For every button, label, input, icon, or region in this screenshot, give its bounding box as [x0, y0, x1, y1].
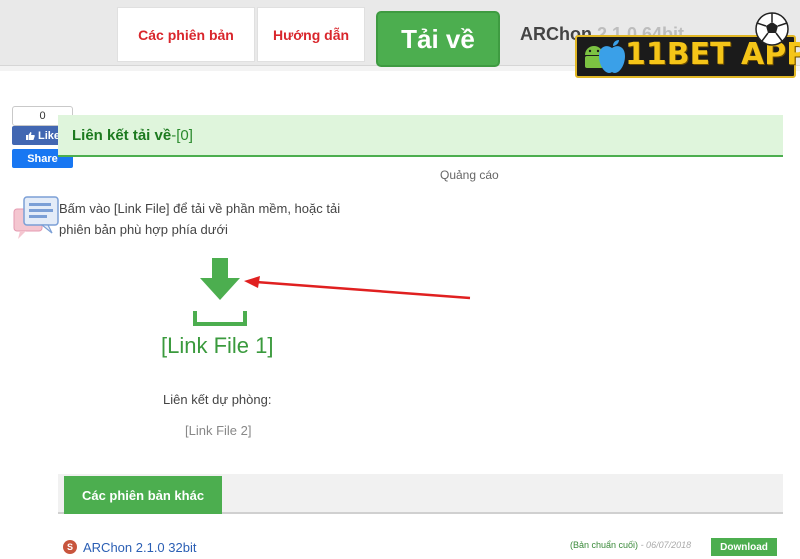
- tab-other-versions[interactable]: Các phiên bản khác: [64, 476, 222, 514]
- version-source-icon: S: [63, 540, 77, 554]
- soccer-ball-icon: [755, 12, 789, 46]
- download-links-count: [0]: [176, 126, 193, 144]
- download-instruction: Bấm vào [Link File] để tải về phần mềm, …: [59, 201, 341, 237]
- version-row: S ARChon 2.1.0 32bit (Bản chuẩn cuối) - …: [58, 532, 783, 559]
- version-label: (Bản chuẩn cuối): [570, 540, 639, 550]
- download-links-header: Liên kết tải về - [0]: [58, 115, 783, 157]
- thumbs-up-icon: [25, 131, 35, 140]
- backup-links-label: Liên kết dự phòng:: [163, 392, 272, 407]
- like-label: Like: [37, 129, 60, 142]
- brand-logo: 11BET APP: [575, 12, 800, 78]
- tab-versions[interactable]: Các phiên bản: [117, 7, 255, 62]
- link-file-2[interactable]: [Link File 2]: [185, 423, 251, 438]
- version-date: - 06/07/2018: [640, 540, 692, 550]
- ad-label: Quảng cáo: [440, 168, 499, 182]
- version-name-link[interactable]: ARChon 2.1.0 32bit: [83, 540, 196, 555]
- download-tab-button[interactable]: Tải về: [376, 11, 500, 67]
- page: Các phiên bản Hướng dẫn Tải về ARChon 2.…: [0, 0, 800, 559]
- download-links-title: Liên kết tải về: [72, 126, 172, 144]
- apple-icon: [599, 40, 625, 73]
- link-file-1[interactable]: [Link File 1]: [161, 333, 274, 359]
- chat-bubbles-icon: [13, 196, 59, 239]
- version-download-button[interactable]: Download: [711, 538, 777, 556]
- red-arrow-annotation: [244, 276, 471, 300]
- version-meta: (Bản chuẩn cuối) - 06/07/2018: [570, 540, 691, 550]
- tab-guide[interactable]: Hướng dẫn: [257, 7, 365, 62]
